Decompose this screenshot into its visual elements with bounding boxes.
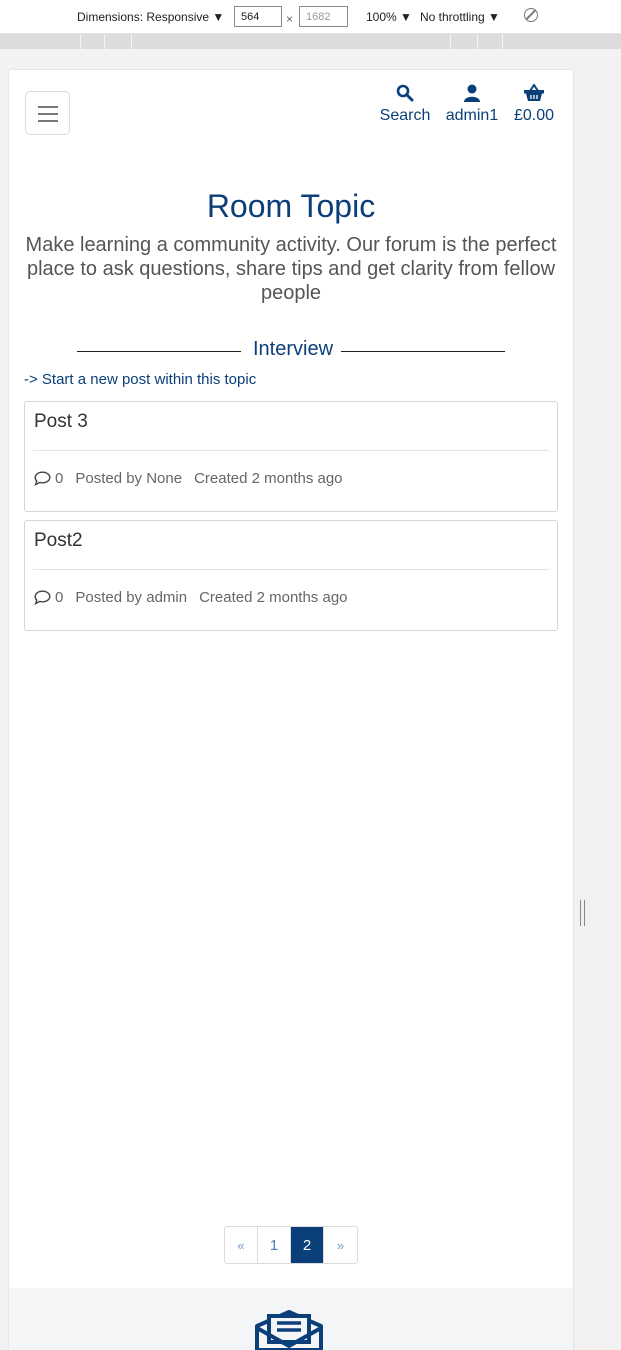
media-query-ruler (0, 34, 621, 49)
dimensions-dropdown[interactable]: Dimensions: Responsive ▼ (77, 10, 224, 24)
nav-cart-label: £0.00 (513, 107, 555, 124)
comment-count: 0 (55, 589, 64, 606)
nav-user-label: admin1 (445, 107, 499, 124)
pagination: « 1 2 » (224, 1226, 358, 1264)
post-card[interactable]: Post2 0 Posted by admin Created 2 months a… (24, 520, 558, 631)
resize-handle[interactable] (580, 900, 585, 926)
hamburger-menu-button[interactable] (25, 91, 70, 135)
envelope-open-icon (255, 1310, 323, 1350)
topic-divider-label: Interview (252, 338, 334, 360)
divider-left (77, 351, 241, 352)
footer-newsletter (9, 1288, 573, 1350)
nav-search-link[interactable]: Search (377, 84, 433, 125)
post-meta: 0 Posted by admin Created 2 months ago (34, 589, 348, 609)
nav-cart-link[interactable]: £0.00 (512, 83, 556, 125)
divider-right (341, 351, 505, 352)
post-divider (33, 450, 549, 451)
post-card[interactable]: Post 3 0 Posted by None Created 2 months a… (24, 401, 558, 512)
pagination-page-1[interactable]: 1 (258, 1227, 291, 1263)
post-meta: 0 Posted by None Created 2 months ago (34, 470, 343, 490)
scrollbar-track[interactable] (573, 70, 593, 1350)
rotate-disabled-icon[interactable] (524, 8, 538, 22)
page-subtitle: Make learning a community activity. Our … (25, 234, 557, 304)
comment-count: 0 (55, 470, 64, 487)
post-title[interactable]: Post2 (34, 530, 83, 552)
nav-account-link[interactable]: admin1 (443, 84, 501, 125)
user-icon (443, 84, 501, 106)
post-created: Created 2 months ago (194, 470, 343, 487)
post-title[interactable]: Post 3 (34, 411, 88, 433)
page-viewport: Search admin1 £0.00 Room Topic Make lear… (9, 70, 573, 1350)
comment-icon (34, 471, 51, 490)
new-post-link[interactable]: -> Start a new post within this topic (24, 371, 256, 388)
post-author: Posted by admin (75, 589, 188, 606)
pagination-prev[interactable]: « (225, 1227, 258, 1263)
zoom-dropdown[interactable]: 100% ▼ (366, 10, 412, 24)
nav-search-label: Search (379, 107, 431, 124)
times-sign: × (286, 12, 294, 26)
comment-icon (34, 590, 51, 609)
pagination-next[interactable]: » (324, 1227, 357, 1263)
throttling-dropdown[interactable]: No throttling ▼ (420, 10, 500, 24)
page-title: Room Topic (206, 188, 376, 224)
search-icon (377, 84, 433, 106)
devtools-toolbar: Dimensions: Responsive ▼ 564 × 1682 100%… (0, 0, 621, 34)
basket-icon (512, 83, 556, 106)
post-author: Posted by None (75, 470, 183, 487)
height-input[interactable]: 1682 (299, 6, 348, 27)
post-divider (33, 569, 549, 570)
pagination-page-2[interactable]: 2 (291, 1227, 324, 1263)
post-created: Created 2 months ago (199, 589, 348, 606)
width-input[interactable]: 564 (234, 6, 282, 27)
